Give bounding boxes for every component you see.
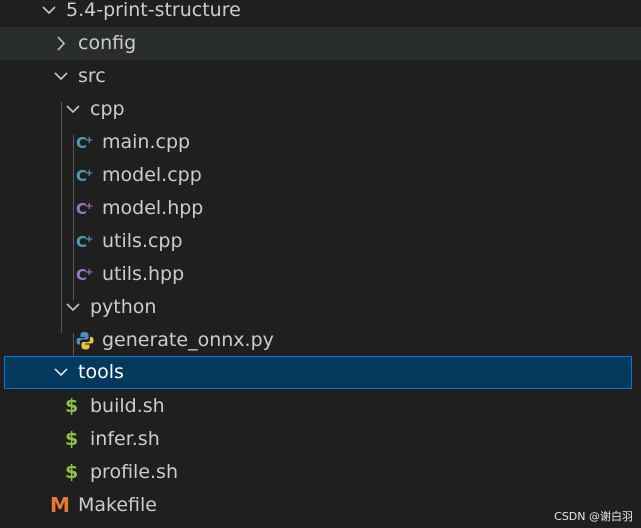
tree-folder-config[interactable]: config (0, 27, 641, 60)
tree-item-label: utils.cpp (102, 230, 183, 252)
chevron-down-icon (54, 72, 68, 81)
tree-item-label: profile.sh (90, 461, 178, 483)
tree-file-infer-sh[interactable]: $ infer.sh (0, 423, 641, 456)
tree-item-label: Makefile (78, 494, 157, 516)
tree-item-label: generate_onnx.py (102, 329, 274, 351)
chevron-down-icon (66, 303, 80, 312)
python-file-icon (76, 332, 94, 350)
tree-file-makefile[interactable]: M Makefile (0, 489, 641, 522)
tree-folder-python[interactable]: python (0, 291, 641, 324)
shell-file-icon: $ (65, 461, 79, 483)
tree-file-generate-onnx-py[interactable]: generate_onnx.py (0, 324, 641, 357)
shell-file-icon: $ (65, 395, 79, 417)
chevron-right-icon (57, 36, 66, 51)
shell-file-icon: $ (65, 428, 79, 450)
cpp-file-icon: C + (76, 233, 93, 251)
tree-folder-cpp[interactable]: cpp (0, 93, 641, 126)
tree-item-label: model.hpp (102, 197, 204, 219)
tree-item-label: utils.hpp (102, 263, 185, 285)
tree-folder-5-4-print-structure[interactable]: 5.4-print-structure (0, 0, 641, 27)
svg-text:+: + (85, 168, 93, 179)
tree-item-label: python (90, 296, 157, 318)
cpp-file-icon: C + (76, 134, 93, 152)
svg-text:+: + (85, 201, 93, 212)
tree-item-label: config (78, 32, 137, 54)
tree-folder-tools[interactable]: tools (4, 356, 632, 389)
tree-item-label: cpp (90, 98, 125, 120)
tree-file-model-cpp[interactable]: C + model.cpp (0, 159, 641, 192)
tree-item-label: tools (78, 361, 124, 383)
makefile-icon: M (50, 493, 70, 517)
hpp-file-icon: C + (76, 200, 93, 218)
tree-file-model-hpp[interactable]: C + model.hpp (0, 192, 641, 225)
tree-file-build-sh[interactable]: $ build.sh (0, 390, 641, 423)
hpp-file-icon: C + (76, 266, 93, 284)
tree-item-label: 5.4-print-structure (66, 0, 241, 21)
watermark: CSDN @谢白羽 (554, 510, 633, 523)
chevron-down-icon (54, 368, 68, 377)
tree-folder-src[interactable]: src (0, 60, 641, 93)
tree-item-label: build.sh (90, 395, 165, 417)
tree-file-utils-cpp[interactable]: C + utils.cpp (0, 225, 641, 258)
svg-text:+: + (85, 135, 93, 146)
file-explorer-tree: 5.4-print-structure config src cpp C + m… (0, 0, 641, 528)
tree-item-label: model.cpp (102, 164, 202, 186)
svg-text:+: + (85, 234, 93, 245)
tree-file-profile-sh[interactable]: $ profile.sh (0, 456, 641, 489)
tree-item-label: infer.sh (90, 428, 160, 450)
tree-item-label: src (78, 65, 106, 87)
svg-text:+: + (85, 267, 93, 278)
tree-file-main-cpp[interactable]: C + main.cpp (0, 126, 641, 159)
tree-file-utils-hpp[interactable]: C + utils.hpp (0, 258, 641, 291)
chevron-down-icon (66, 105, 80, 114)
chevron-down-icon (42, 6, 56, 15)
cpp-file-icon: C + (76, 167, 93, 185)
tree-item-label: main.cpp (102, 131, 191, 153)
